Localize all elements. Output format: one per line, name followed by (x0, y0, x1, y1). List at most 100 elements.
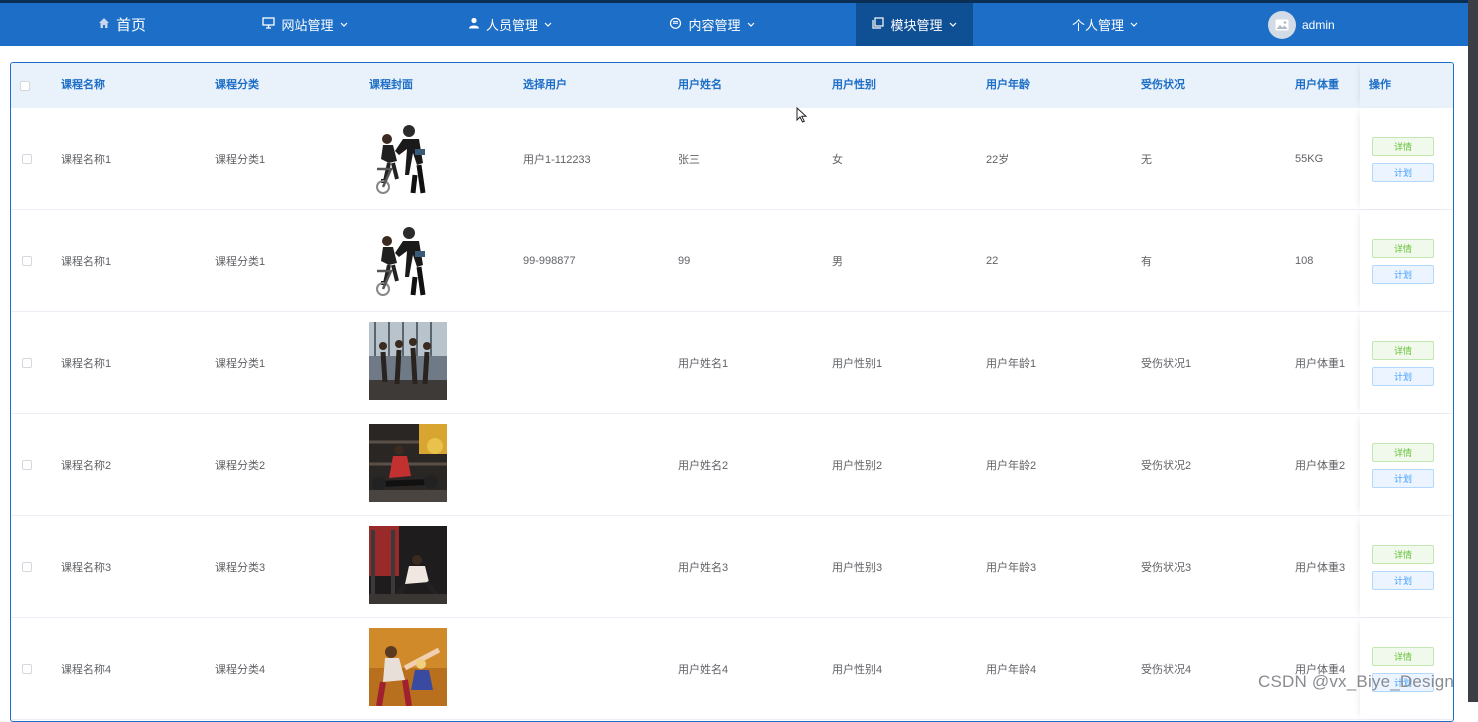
row-actions: 详情 计划 (1360, 210, 1453, 311)
course-cover-image (369, 526, 447, 604)
cell-select-user: 99-998877 (523, 254, 576, 267)
chevron-down-icon (340, 20, 348, 30)
chevron-down-icon (949, 20, 957, 30)
cell-course-category: 课程分类1 (215, 153, 266, 166)
row-checkbox[interactable] (22, 664, 32, 674)
row-checkbox[interactable] (22, 154, 32, 164)
cell-course-name: 课程名称1 (61, 153, 112, 166)
col-course-category[interactable]: 课程分类 (215, 63, 259, 108)
row-actions: 详情 计划 (1360, 312, 1453, 413)
username: admin (1302, 17, 1335, 32)
nav-module-management[interactable]: 模块管理 (856, 3, 973, 46)
image-placeholder-icon (1275, 19, 1289, 30)
cell-course-name: 课程名称3 (61, 561, 112, 574)
monitor-icon (262, 17, 276, 32)
cell-injury-status: 受伤状况4 (1141, 663, 1192, 676)
detail-button[interactable]: 详情 (1372, 443, 1434, 462)
table-row: 课程名称4 课程分类4 用户姓名4 用户性别4 用户年龄4 受伤状况4 用户体重… (11, 618, 1453, 720)
row-checkbox[interactable] (22, 562, 32, 572)
detail-button[interactable]: 详情 (1372, 239, 1434, 258)
copy-icon (872, 17, 885, 32)
detail-button[interactable]: 详情 (1372, 341, 1434, 360)
col-user-name[interactable]: 用户姓名 (678, 63, 722, 108)
row-checkbox[interactable] (22, 358, 32, 368)
table-row: 课程名称1 课程分类1 用户1-112233 张三 女 22岁 无 55KG 详… (11, 108, 1453, 210)
row-checkbox[interactable] (22, 256, 32, 266)
cell-user-gender: 用户性别3 (832, 561, 883, 574)
plan-button[interactable]: 计划 (1372, 367, 1434, 386)
cell-user-name: 用户姓名2 (678, 459, 729, 472)
course-cover-image (369, 221, 447, 299)
row-actions: 详情 计划 (1360, 618, 1453, 719)
cell-course-category: 课程分类2 (215, 459, 266, 472)
cell-course-category: 课程分类3 (215, 561, 266, 574)
col-user-gender[interactable]: 用户性别 (832, 63, 876, 108)
cell-user-weight: 108 (1295, 254, 1314, 267)
plan-button[interactable]: 计划 (1372, 469, 1434, 488)
cell-select-user: 用户1-112233 (523, 153, 591, 166)
cell-user-name: 用户姓名3 (678, 561, 729, 574)
cell-course-category: 课程分类4 (215, 663, 266, 676)
cell-course-category: 课程分类1 (215, 357, 266, 370)
col-injury-status[interactable]: 受伤状况 (1141, 63, 1185, 108)
plan-button[interactable]: 计划 (1372, 571, 1434, 590)
chevron-down-icon (747, 20, 755, 30)
cell-course-name: 课程名称4 (61, 663, 112, 676)
table-row: 课程名称2 课程分类2 用户姓名2 用户性别2 用户年龄2 受伤状况2 用户体重… (11, 414, 1453, 516)
col-user-age[interactable]: 用户年龄 (986, 63, 1030, 108)
cell-user-weight: 用户体重3 (1295, 561, 1346, 574)
cell-user-gender: 男 (832, 255, 843, 268)
col-user-weight[interactable]: 用户体重 (1295, 63, 1339, 108)
nav-content-label: 内容管理 (688, 18, 741, 33)
cell-user-name: 张三 (678, 153, 700, 166)
nav-home-label: 首页 (115, 17, 146, 34)
detail-button[interactable]: 详情 (1372, 647, 1434, 666)
nav-staff-management[interactable]: 人员管理 (455, 3, 565, 46)
cell-user-gender: 女 (832, 153, 843, 166)
cell-user-weight: 用户体重1 (1295, 357, 1346, 370)
window-edge (1468, 0, 1478, 702)
row-actions: 详情 计划 (1360, 516, 1453, 617)
col-actions: 操作 (1369, 79, 1391, 91)
plan-button[interactable]: 计划 (1372, 163, 1434, 182)
course-cover-image (369, 322, 447, 400)
nav-staff-label: 人员管理 (485, 18, 538, 33)
nav-personal-label: 个人管理 (1071, 18, 1124, 33)
detail-button[interactable]: 详情 (1372, 545, 1434, 564)
cell-user-name: 99 (678, 254, 691, 267)
cell-course-name: 课程名称1 (61, 357, 112, 370)
course-table: 课程名称 课程分类 课程封面 选择用户 用户姓名 用户性别 用户年龄 受伤状况 … (10, 62, 1454, 722)
col-course-name[interactable]: 课程名称 (61, 63, 105, 108)
select-all-checkbox[interactable] (20, 81, 30, 91)
col-course-cover[interactable]: 课程封面 (369, 63, 413, 108)
cell-user-age: 用户年龄3 (986, 561, 1037, 574)
cell-user-weight: 55KG (1295, 152, 1324, 165)
nav-content-management[interactable]: 内容管理 (657, 3, 767, 46)
cell-user-age: 用户年龄4 (986, 663, 1037, 676)
course-cover-image (369, 628, 447, 706)
col-select-user[interactable]: 选择用户 (523, 63, 567, 108)
nav-module-label: 模块管理 (890, 18, 943, 33)
user-icon (468, 17, 480, 32)
row-actions: 详情 计划 (1360, 414, 1453, 515)
nav-personal-management[interactable]: 个人管理 (1060, 3, 1150, 46)
detail-button[interactable]: 详情 (1372, 137, 1434, 156)
course-cover-image (369, 119, 447, 197)
cell-user-name: 用户姓名4 (678, 663, 729, 676)
cell-user-age: 22岁 (986, 153, 1010, 166)
plan-button[interactable]: 计划 (1372, 265, 1434, 284)
cell-injury-status: 有 (1141, 255, 1152, 268)
cell-course-category: 课程分类1 (215, 255, 266, 268)
user-menu[interactable]: admin (1268, 3, 1340, 46)
table-row: 课程名称1 课程分类1 99-998877 99 男 22 有 108 详情 计… (11, 210, 1453, 312)
cell-injury-status: 受伤状况2 (1141, 459, 1192, 472)
cell-injury-status: 受伤状况1 (1141, 357, 1192, 370)
row-checkbox[interactable] (22, 460, 32, 470)
nav-website-management[interactable]: 网站管理 (250, 3, 360, 46)
row-actions: 详情 计划 (1360, 108, 1453, 209)
nav-home[interactable]: 首页 (80, 3, 164, 46)
watermark: CSDN @vx_Biye_Design (1258, 672, 1455, 691)
home-icon (98, 17, 110, 32)
chevron-down-icon (544, 20, 552, 30)
course-cover-image (369, 424, 447, 502)
